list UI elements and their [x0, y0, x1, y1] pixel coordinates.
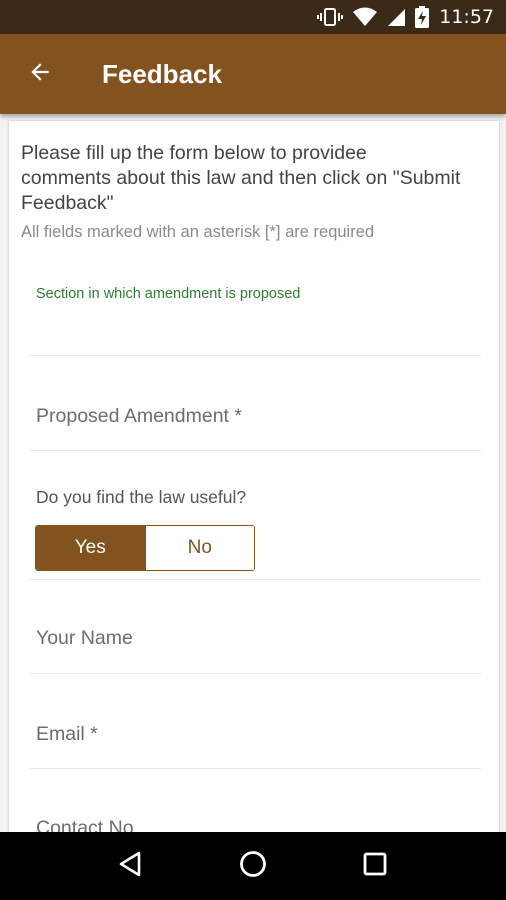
email-field[interactable]: Email *: [36, 723, 98, 746]
required-fields-note: All fields marked with an asterisk [*] a…: [21, 223, 375, 241]
form-intro-text: Please fill up the form below to provide…: [21, 142, 461, 214]
navigation-bar: [0, 832, 506, 900]
useful-toggle: Yes No: [35, 525, 255, 571]
back-button[interactable]: [12, 46, 68, 102]
section-select-label: Section in which amendment is proposed: [36, 286, 301, 302]
vibrate-icon: [317, 7, 344, 27]
signal-icon: [387, 7, 406, 27]
law-useful-question: Do you find the law useful?: [36, 487, 247, 507]
wifi-icon: [353, 7, 378, 27]
proposed-amendment-field[interactable]: Proposed Amendment *: [36, 405, 242, 428]
contact-number-field[interactable]: Contact No: [36, 817, 134, 832]
app-bar: Feedback: [0, 34, 506, 114]
divider: [29, 355, 481, 356]
nav-recents-icon: [362, 851, 388, 882]
nav-home-icon: [238, 849, 268, 884]
content-area[interactable]: Please fill up the form below to provide…: [0, 114, 506, 832]
name-field[interactable]: Your Name: [36, 627, 133, 650]
divider: [29, 450, 481, 451]
feedback-form-card: Please fill up the form below to provide…: [8, 120, 500, 832]
status-bar: 11:57: [0, 0, 506, 34]
yes-button[interactable]: Yes: [36, 526, 145, 570]
status-time: 11:57: [439, 6, 494, 28]
divider: [29, 579, 481, 580]
battery-charging-icon: [415, 6, 430, 28]
nav-back-button[interactable]: [101, 836, 161, 896]
page-title: Feedback: [102, 58, 222, 89]
nav-back-icon: [117, 850, 145, 883]
back-arrow-icon: [27, 59, 53, 90]
no-button[interactable]: No: [144, 526, 254, 570]
nav-home-button[interactable]: [223, 836, 283, 896]
nav-recents-button[interactable]: [345, 836, 405, 896]
section-select[interactable]: [29, 307, 481, 355]
divider: [29, 768, 481, 769]
divider: [29, 673, 481, 674]
